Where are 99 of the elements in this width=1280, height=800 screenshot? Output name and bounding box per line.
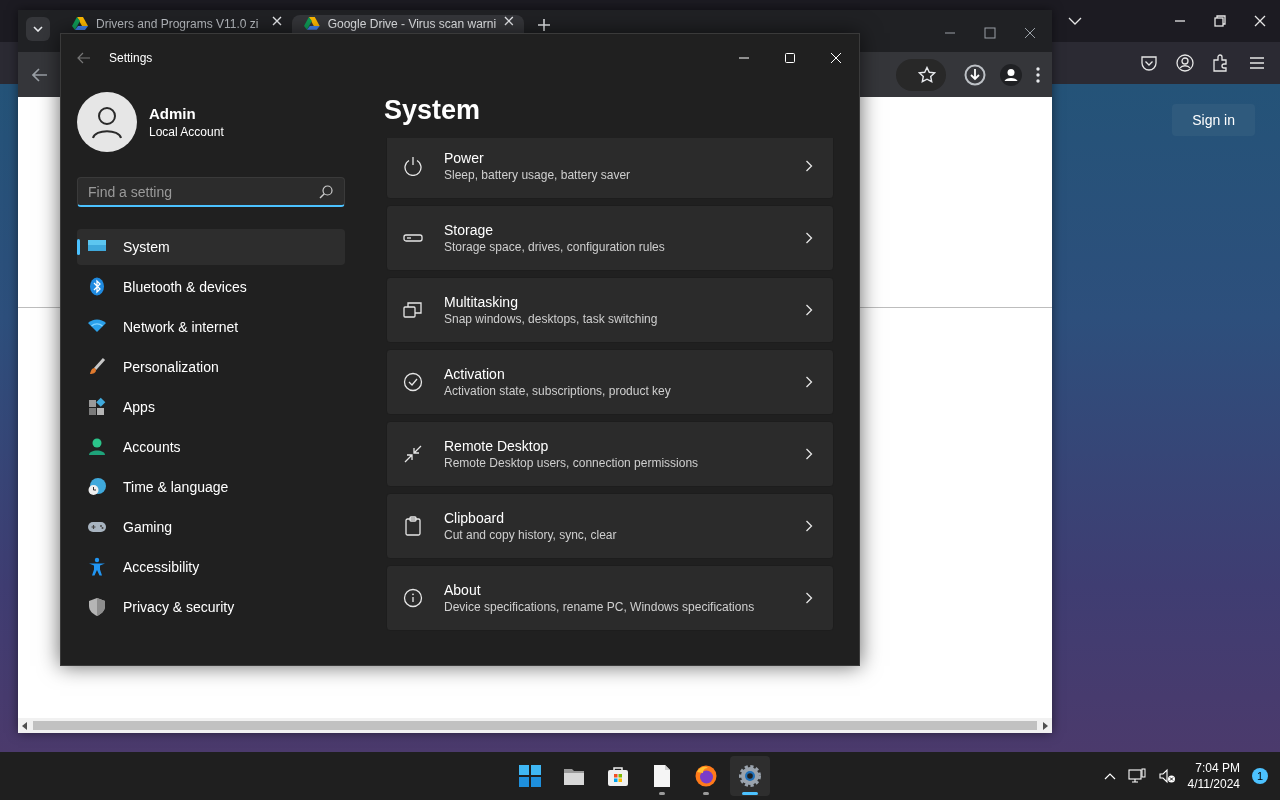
pocket-icon[interactable] <box>1140 54 1158 72</box>
window-title: Settings <box>109 51 153 65</box>
checkmark-circle-icon <box>403 372 423 392</box>
card-title: Remote Desktop <box>444 436 549 455</box>
maximize-icon[interactable] <box>984 27 996 39</box>
clock[interactable]: 7:04 PM 4/11/2024 <box>1187 760 1240 792</box>
card-description: Snap windows, desktops, task switching <box>444 310 658 328</box>
windows-logo-icon <box>518 764 542 788</box>
chevron-down-icon <box>33 26 43 32</box>
nav-item[interactable]: Privacy & security <box>77 589 345 625</box>
tab-title: Drivers and Programs V11.0 zi <box>96 16 260 32</box>
shopping-bag-icon <box>606 764 630 788</box>
maximize-icon <box>784 53 796 63</box>
nav-item[interactable]: Bluetooth & devices <box>77 269 345 305</box>
card-description: Remote Desktop users, connection permissions <box>444 454 699 472</box>
card-description: Cut and copy history, sync, clear <box>444 526 617 544</box>
chevron-right-icon <box>805 592 813 604</box>
app-grid-icon <box>87 397 107 417</box>
taskbar-app-button[interactable] <box>730 756 770 796</box>
search-field[interactable]: Find a setting <box>77 177 345 207</box>
chevron-down-icon[interactable] <box>1068 16 1082 26</box>
clipboard-icon <box>403 516 423 536</box>
scroll-left-icon[interactable] <box>22 721 27 730</box>
card-title: Multitasking <box>444 292 518 311</box>
shield-icon <box>87 597 107 617</box>
card-description: Storage space, drives, configuration rules <box>444 238 665 256</box>
address-bar[interactable] <box>896 58 946 91</box>
plus-icon[interactable] <box>538 19 550 31</box>
chevron-up-icon[interactable] <box>1103 772 1116 780</box>
page-heading: System <box>384 94 482 127</box>
card-title: Storage <box>444 220 494 239</box>
browser-icon <box>694 764 718 788</box>
close-icon <box>830 53 842 63</box>
settings-card[interactable]: Clipboard Cut and copy history, sync, clear <box>386 493 834 559</box>
search-icon <box>319 185 333 199</box>
card-title: About <box>444 580 481 599</box>
nav-item[interactable]: Apps <box>77 389 345 425</box>
card-title: Power <box>444 148 484 167</box>
nav-item[interactable]: Gaming <box>77 509 345 545</box>
browser-tab[interactable]: Google Drive - Virus scan warni <box>292 15 524 33</box>
nav-item[interactable]: Accounts <box>77 429 345 465</box>
clock-date: 4/11/2024 <box>1187 776 1240 792</box>
chevron-right-icon <box>805 232 813 244</box>
nav-item[interactable]: System <box>77 229 345 265</box>
settings-card[interactable]: Storage Storage space, drives, configuration rules <box>386 205 834 271</box>
inward-arrows-icon <box>403 444 423 464</box>
settings-card[interactable]: Multitasking Snap windows, desktops, task switching <box>386 277 834 343</box>
puzzle-piece-icon[interactable] <box>1212 54 1230 72</box>
globe-clock-icon <box>87 477 107 497</box>
sign-in-button[interactable]: Sign in <box>1172 104 1255 136</box>
speaker-muted-icon[interactable] <box>1157 768 1176 784</box>
star-icon[interactable] <box>918 65 936 84</box>
tab-list-button[interactable] <box>26 17 50 41</box>
overlapping-windows-icon <box>403 300 423 320</box>
person-icon <box>87 437 107 457</box>
chevron-right-icon <box>805 520 813 532</box>
info-icon <box>403 588 423 608</box>
more-menu-icon[interactable] <box>1036 66 1040 83</box>
card-title: Clipboard <box>444 508 504 527</box>
scroll-right-icon[interactable] <box>1043 721 1048 730</box>
download-icon[interactable] <box>964 63 986 86</box>
chevron-right-icon <box>805 376 813 388</box>
bluetooth-icon <box>87 277 107 297</box>
network-icon[interactable] <box>1127 768 1146 784</box>
nav-item[interactable]: Network & internet <box>77 309 345 345</box>
back-arrow-icon[interactable] <box>32 67 48 82</box>
horizontal-scrollbar[interactable] <box>18 718 1052 733</box>
menu-icon[interactable] <box>1248 54 1266 72</box>
chevron-right-icon <box>805 448 813 460</box>
card-title: Activation <box>444 364 505 383</box>
chevron-right-icon <box>805 160 813 172</box>
chevron-right-icon <box>805 304 813 316</box>
close-icon[interactable] <box>1024 27 1036 39</box>
back-arrow-icon[interactable] <box>77 52 91 64</box>
restore-icon[interactable] <box>1214 15 1226 27</box>
account-type: Local Account <box>149 124 224 140</box>
account-icon[interactable] <box>1176 54 1194 72</box>
nav-item[interactable]: Time & language <box>77 469 345 505</box>
clock-time: 7:04 PM <box>1195 760 1240 776</box>
gear-icon <box>738 764 762 788</box>
triangle-logo-icon <box>72 16 88 30</box>
tab-title: Google Drive - Virus scan warni <box>327 16 497 32</box>
notification-badge[interactable]: 1 <box>1252 768 1268 784</box>
power-icon <box>403 156 423 176</box>
card-description: Sleep, battery usage, battery saver <box>444 166 631 184</box>
paintbrush-icon <box>87 357 107 377</box>
triangle-logo-icon <box>304 16 320 30</box>
card-description: Device specifications, rename PC, Windows specifications <box>444 598 755 616</box>
nav-item[interactable]: Personalization <box>77 349 345 385</box>
profile-icon[interactable] <box>1000 63 1022 86</box>
nav-item[interactable]: Accessibility <box>77 549 345 585</box>
settings-card[interactable]: Remote Desktop Remote Desktop users, connection permissions <box>386 421 834 487</box>
person-silhouette-icon <box>90 105 124 139</box>
settings-card[interactable]: Power Sleep, battery usage, battery saver <box>386 138 834 199</box>
settings-card[interactable]: About Device specifications, rename PC, Windows specifications <box>386 565 834 631</box>
settings-card[interactable]: Activation Activation state, subscriptions, product key <box>386 349 834 415</box>
browser-tab[interactable]: Drivers and Programs V11.0 zi <box>60 15 292 33</box>
account-name: Admin <box>149 104 197 124</box>
card-description: Activation state, subscriptions, product key <box>444 382 671 400</box>
